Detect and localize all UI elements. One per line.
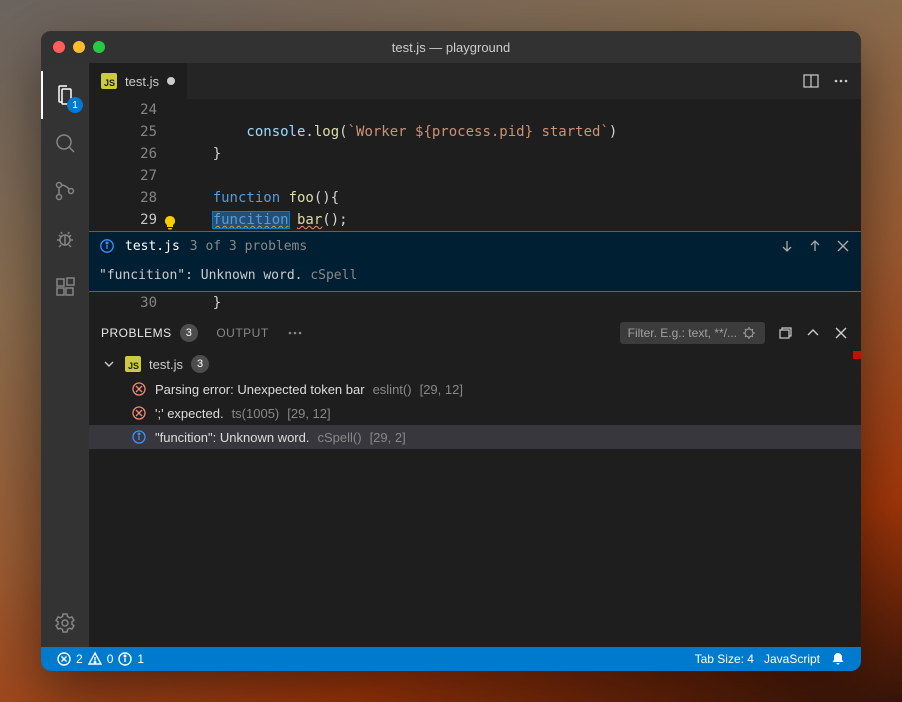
peek-file: test.js xyxy=(125,239,180,254)
vscode-window: test.js — playground 1 xyxy=(41,31,861,671)
status-language[interactable]: JavaScript xyxy=(759,651,825,667)
close-icon[interactable] xyxy=(835,238,851,254)
gear-icon xyxy=(53,611,77,635)
minimize-window-button[interactable] xyxy=(73,41,85,53)
activity-settings[interactable] xyxy=(41,599,89,647)
source-control-icon xyxy=(53,179,77,203)
overview-ruler-marker xyxy=(853,351,861,359)
arrow-down-icon[interactable] xyxy=(779,238,795,254)
titlebar: test.js — playground xyxy=(41,31,861,63)
error-icon xyxy=(131,381,147,397)
lightbulb-icon[interactable] xyxy=(161,212,179,234)
close-panel-icon[interactable] xyxy=(833,325,849,341)
explorer-badge: 1 xyxy=(67,97,83,113)
peek-source: cSpell xyxy=(310,268,357,283)
activity-scm[interactable] xyxy=(41,167,89,215)
activity-extensions[interactable] xyxy=(41,263,89,311)
peek-body: "funcition": Unknown word. cSpell xyxy=(89,260,861,291)
activity-bar: 1 xyxy=(41,63,89,647)
filter-settings-icon[interactable] xyxy=(741,325,757,341)
main-area: JS test.js 24 25console.log(`Worker ${pr… xyxy=(89,63,861,647)
problem-word: funcition xyxy=(213,212,289,228)
problem-item[interactable]: "funcition": Unknown word. cSpell() [29,… xyxy=(89,425,861,449)
workbench-body: 1 JS test.js xyxy=(41,63,861,647)
peek-count: 3 of 3 problems xyxy=(190,239,307,254)
more-panels-icon[interactable] xyxy=(287,325,303,341)
javascript-file-icon: JS xyxy=(101,73,117,89)
problems-list: JS test.js 3 Parsing error: Unexpected t… xyxy=(89,351,861,449)
problems-file-group[interactable]: JS test.js 3 xyxy=(89,351,861,377)
activity-debug[interactable] xyxy=(41,215,89,263)
statusbar: 2 0 1 Tab Size: 4 JavaScript xyxy=(41,647,861,671)
window-title: test.js — playground xyxy=(105,40,797,55)
editor[interactable]: 24 25console.log(`Worker ${process.pid} … xyxy=(89,99,861,314)
file-problem-count: 3 xyxy=(191,355,209,373)
editor-tabs: JS test.js xyxy=(89,63,861,99)
problems-count-badge: 3 xyxy=(180,324,199,342)
panel-tab-output[interactable]: OUTPUT xyxy=(216,326,268,340)
problem-item[interactable]: Parsing error: Unexpected token bar esli… xyxy=(89,377,861,401)
chevron-down-icon xyxy=(101,356,117,372)
error-icon xyxy=(131,405,147,421)
error-icon xyxy=(56,651,72,667)
tab-label: test.js xyxy=(125,74,159,89)
peek-message: "funcition": Unknown word. xyxy=(99,268,303,283)
more-actions-icon[interactable] xyxy=(833,73,849,89)
status-tab-size[interactable]: Tab Size: 4 xyxy=(690,651,759,667)
bug-icon xyxy=(53,227,77,251)
info-icon xyxy=(117,651,133,667)
peek-view: test.js 3 of 3 problems "funcition": Unk… xyxy=(89,231,861,292)
info-icon xyxy=(99,238,115,254)
arrow-up-icon[interactable] xyxy=(807,238,823,254)
chevron-up-icon[interactable] xyxy=(805,325,821,341)
warning-icon xyxy=(87,651,103,667)
status-problems[interactable]: 2 0 1 xyxy=(51,651,149,667)
zoom-window-button[interactable] xyxy=(93,41,105,53)
search-icon xyxy=(53,131,77,155)
extensions-icon xyxy=(53,275,77,299)
code-token: console xyxy=(246,124,305,140)
tab-test-js[interactable]: JS test.js xyxy=(89,63,188,99)
file-name: test.js xyxy=(149,357,183,372)
split-editor-icon[interactable] xyxy=(803,73,819,89)
problem-item[interactable]: ';' expected. ts(1005) [29, 12] xyxy=(89,401,861,425)
close-window-button[interactable] xyxy=(53,41,65,53)
status-notifications[interactable] xyxy=(825,651,851,667)
editor-actions xyxy=(791,63,861,99)
traffic-lights xyxy=(53,41,105,53)
info-icon xyxy=(131,429,147,445)
bell-icon xyxy=(830,651,846,667)
peek-header: test.js 3 of 3 problems xyxy=(89,232,861,260)
activity-search[interactable] xyxy=(41,119,89,167)
bottom-panel: PROBLEMS 3 OUTPUT Filter. E.g.: text, **… xyxy=(89,314,861,647)
collapse-all-icon[interactable] xyxy=(777,325,793,341)
activity-explorer[interactable]: 1 xyxy=(41,71,89,119)
javascript-file-icon: JS xyxy=(125,356,141,372)
dirty-indicator-icon xyxy=(167,77,175,85)
panel-tab-problems[interactable]: PROBLEMS 3 xyxy=(101,324,198,342)
panel-tabs: PROBLEMS 3 OUTPUT Filter. E.g.: text, **… xyxy=(89,315,861,351)
problems-filter-input[interactable]: Filter. E.g.: text, **/... xyxy=(620,322,765,344)
